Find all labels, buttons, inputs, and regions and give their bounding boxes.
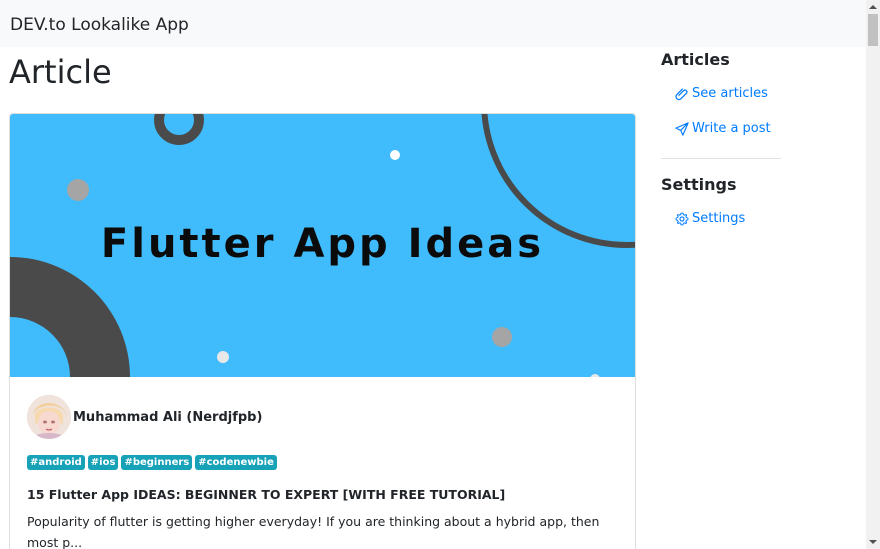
scroll-up-arrow-icon[interactable] [866,0,880,14]
cover-dot-white-corner [590,374,600,377]
sidebar-divider [661,158,781,159]
tag-list: #android #ios #beginners #codenewbie [27,455,277,470]
sidebar-heading-settings: Settings [661,175,737,194]
sidebar-link-label: Write a post [692,121,771,136]
cover-dot-white-top [390,150,400,160]
sidebar-link-label: See articles [692,86,768,101]
article-cover-image[interactable]: Flutter App Ideas [10,114,635,377]
cover-title: Flutter App Ideas [100,221,545,267]
paperclip-icon [675,88,688,101]
gear-icon [675,212,689,226]
navbar-brand[interactable]: DEV.to Lookalike App [10,14,189,36]
navbar: DEV.to Lookalike App [0,0,866,47]
cover-ring-top [154,114,204,145]
scrollbar-thumb[interactable] [868,14,878,46]
cover-dot-grey-right [492,327,512,347]
cover-dot-grey-left [67,179,89,201]
sidebar-link-label: Settings [692,211,746,226]
sidebar-link-see-articles[interactable]: See articles [675,85,768,103]
cover-dot-white-bottom [217,351,229,363]
tag-badge[interactable]: #ios [87,455,119,470]
article-title[interactable]: 15 Flutter App IDEAS: BEGINNER TO EXPERT… [27,486,505,504]
tag-badge[interactable]: #beginners [121,455,193,470]
article-card[interactable]: Flutter App Ideas Muhammad Ali (Nerdjfpb… [9,113,636,549]
sidebar-link-write-post[interactable]: Write a post [675,120,771,138]
tag-badge[interactable]: #codenewbie [195,455,277,470]
author-row: Muhammad Ali (Nerdjfpb) [27,395,262,439]
article-excerpt: Popularity of flutter is getting higher … [27,514,600,549]
avatar-illustration [27,395,71,439]
tag-badge[interactable]: #android [27,455,85,470]
author-avatar[interactable] [27,395,71,439]
paper-plane-icon [675,122,689,136]
page-title: Article [9,53,112,91]
scroll-down-arrow-icon[interactable] [866,535,880,549]
vertical-scrollbar[interactable] [866,0,880,549]
app-viewport: DEV.to Lookalike App Article Flutter App… [0,0,866,549]
author-name[interactable]: Muhammad Ali (Nerdjfpb) [73,410,262,425]
sidebar-heading-articles: Articles [661,50,730,69]
sidebar-link-settings[interactable]: Settings [675,210,745,228]
